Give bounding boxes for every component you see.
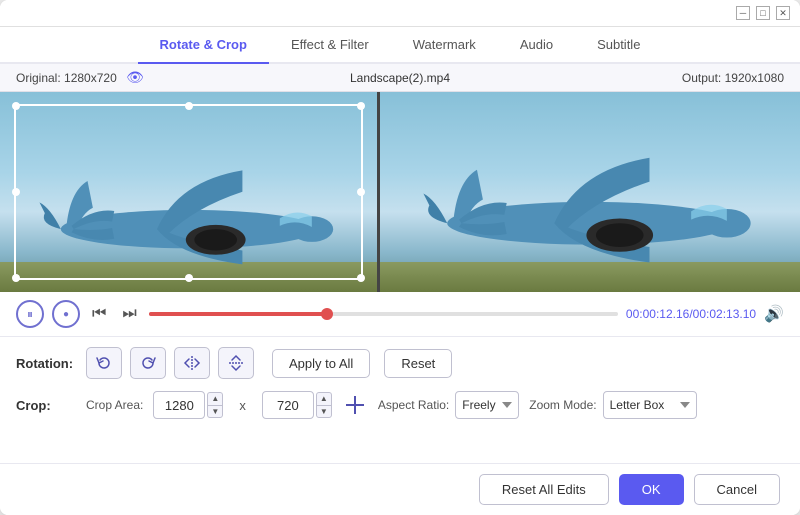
skip-back-button[interactable]: ⏮ [88,303,110,325]
airplane-svg-right [412,134,769,277]
aspect-ratio-group: Aspect Ratio: Freely 16:9 4:3 1:1 9:16 [378,391,519,419]
crosshair-icon [344,394,366,416]
video-area [0,92,800,292]
tab-effect-filter[interactable]: Effect & Filter [269,27,391,64]
stop-button[interactable]: ● [52,300,80,328]
crop-handle-tl[interactable] [12,102,20,110]
crop-height-up[interactable]: ▲ [316,392,332,405]
ok-button[interactable]: OK [619,474,684,505]
eye-icon[interactable]: 👁 [126,69,144,85]
tab-audio[interactable]: Audio [498,27,575,64]
crop-width-up[interactable]: ▲ [207,392,223,405]
rotation-row: Rotation: [16,347,784,379]
stop-icon: ● [63,309,69,320]
output-value: 1920x1080 [725,71,784,85]
reset-all-edits-button[interactable]: Reset All Edits [479,474,609,505]
flip-vertical-button[interactable] [218,347,254,379]
pause-icon: ⏸ [27,307,33,322]
flip-horizontal-icon [183,354,201,372]
pause-button[interactable]: ⏸ [16,300,44,328]
crop-overlay[interactable] [14,104,363,280]
progress-track[interactable] [149,312,618,316]
rotate-right-icon [139,354,157,372]
crop-height-input[interactable] [262,391,314,419]
crop-height-down[interactable]: ▼ [316,405,332,418]
crop-handle-tm[interactable] [185,102,193,110]
crop-center-icon[interactable] [342,392,368,418]
progress-fill [149,312,327,316]
crop-area-label: Crop Area: [86,398,143,412]
tab-bar: Rotate & Crop Effect & Filter Watermark … [0,27,800,64]
footer: Reset All Edits OK Cancel [0,463,800,515]
crop-handle-bl[interactable] [12,274,20,282]
flip-vertical-icon [227,354,245,372]
controls-area: Rotation: [0,337,800,463]
time-display: 00:00:12.16/00:02:13.10 [626,307,756,321]
zoom-label: Zoom Mode: [529,398,596,412]
apply-to-all-button[interactable]: Apply to All [272,349,370,378]
flip-horizontal-button[interactable] [174,347,210,379]
crop-handle-bm[interactable] [185,274,193,282]
aspect-ratio-select[interactable]: Freely 16:9 4:3 1:1 9:16 [455,391,519,419]
aspect-label: Aspect Ratio: [378,398,449,412]
crop-label: Crop: [16,398,86,413]
crop-handle-mr[interactable] [357,188,365,196]
original-value: 1280x720 [64,71,117,85]
original-label: Original: [16,71,61,85]
crop-width-group: ▲ ▼ [153,391,223,419]
crop-handle-tr[interactable] [357,102,365,110]
zoom-mode-group: Zoom Mode: Letter Box Pan & Scan Full [529,391,696,419]
crop-handle-br[interactable] [357,274,365,282]
tab-subtitle[interactable]: Subtitle [575,27,662,64]
rotate-left-icon [95,354,113,372]
crop-handle-ml[interactable] [12,188,20,196]
crop-controls: Crop Area: ▲ ▼ x ▲ ▼ [86,391,697,419]
video-preview-left [0,92,380,292]
skip-forward-button[interactable]: ⏭ [118,303,140,325]
zoom-mode-select[interactable]: Letter Box Pan & Scan Full [603,391,697,419]
progress-thumb[interactable] [321,308,333,320]
rotation-buttons: Apply to All Reset [86,347,452,379]
x-separator: x [239,398,246,413]
minimize-button[interactable]: ─ [736,6,750,20]
output-label: Output: [682,71,721,85]
crop-width-spinners: ▲ ▼ [207,392,223,418]
video-preview-right [380,92,800,292]
reset-rotation-button[interactable]: Reset [384,349,452,378]
crop-width-input[interactable] [153,391,205,419]
crop-height-group: ▲ ▼ [262,391,332,419]
rotate-right-button[interactable] [130,347,166,379]
output-info: Output: 1920x1080 [592,71,784,85]
tab-watermark[interactable]: Watermark [391,27,498,64]
playback-bar: ⏸ ● ⏮ ⏭ 00:00:12.16/00:02:13.10 🔊 [0,292,800,337]
crop-height-spinners: ▲ ▼ [316,392,332,418]
main-window: ─ □ ✕ Rotate & Crop Effect & Filter Wate… [0,0,800,515]
filename: Landscape(2).mp4 [208,71,592,85]
video-frame-right [380,92,800,292]
cancel-button[interactable]: Cancel [694,474,780,505]
crop-width-down[interactable]: ▼ [207,405,223,418]
title-bar: ─ □ ✕ [0,0,800,27]
maximize-button[interactable]: □ [756,6,770,20]
close-button[interactable]: ✕ [776,6,790,20]
rotate-left-button[interactable] [86,347,122,379]
volume-icon[interactable]: 🔊 [764,304,784,324]
tab-rotate-crop[interactable]: Rotate & Crop [138,27,269,64]
current-time: 00:00:12.16 [626,307,689,321]
original-info: Original: 1280x720 👁 [16,69,208,86]
rotation-label: Rotation: [16,356,86,371]
total-time: 00:02:13.10 [693,307,756,321]
info-bar: Original: 1280x720 👁 Landscape(2).mp4 Ou… [0,64,800,92]
crop-row: Crop: Crop Area: ▲ ▼ x ▲ ▼ [16,391,784,419]
